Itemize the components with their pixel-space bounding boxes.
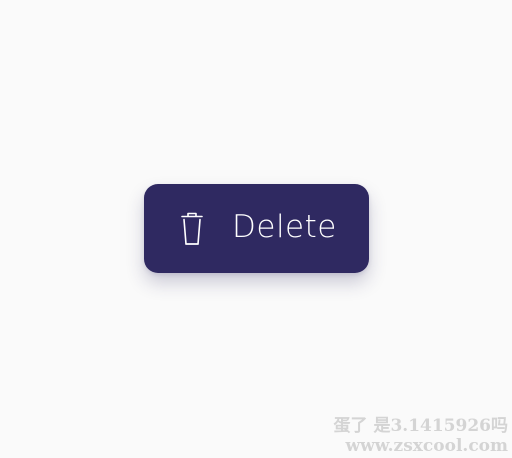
canvas: Delete 蛋了 是3.1415926吗 www.zsxcool.com (0, 0, 512, 458)
watermark-line-2: www.zsxcool.com (345, 436, 508, 456)
delete-button[interactable]: Delete (144, 184, 369, 273)
delete-button-label: Delete (232, 209, 337, 245)
watermark-line-1: 蛋了 是3.1415926吗 (333, 416, 508, 436)
watermark: 蛋了 是3.1415926吗 www.zsxcool.com (334, 416, 508, 456)
trash-icon (178, 210, 206, 248)
